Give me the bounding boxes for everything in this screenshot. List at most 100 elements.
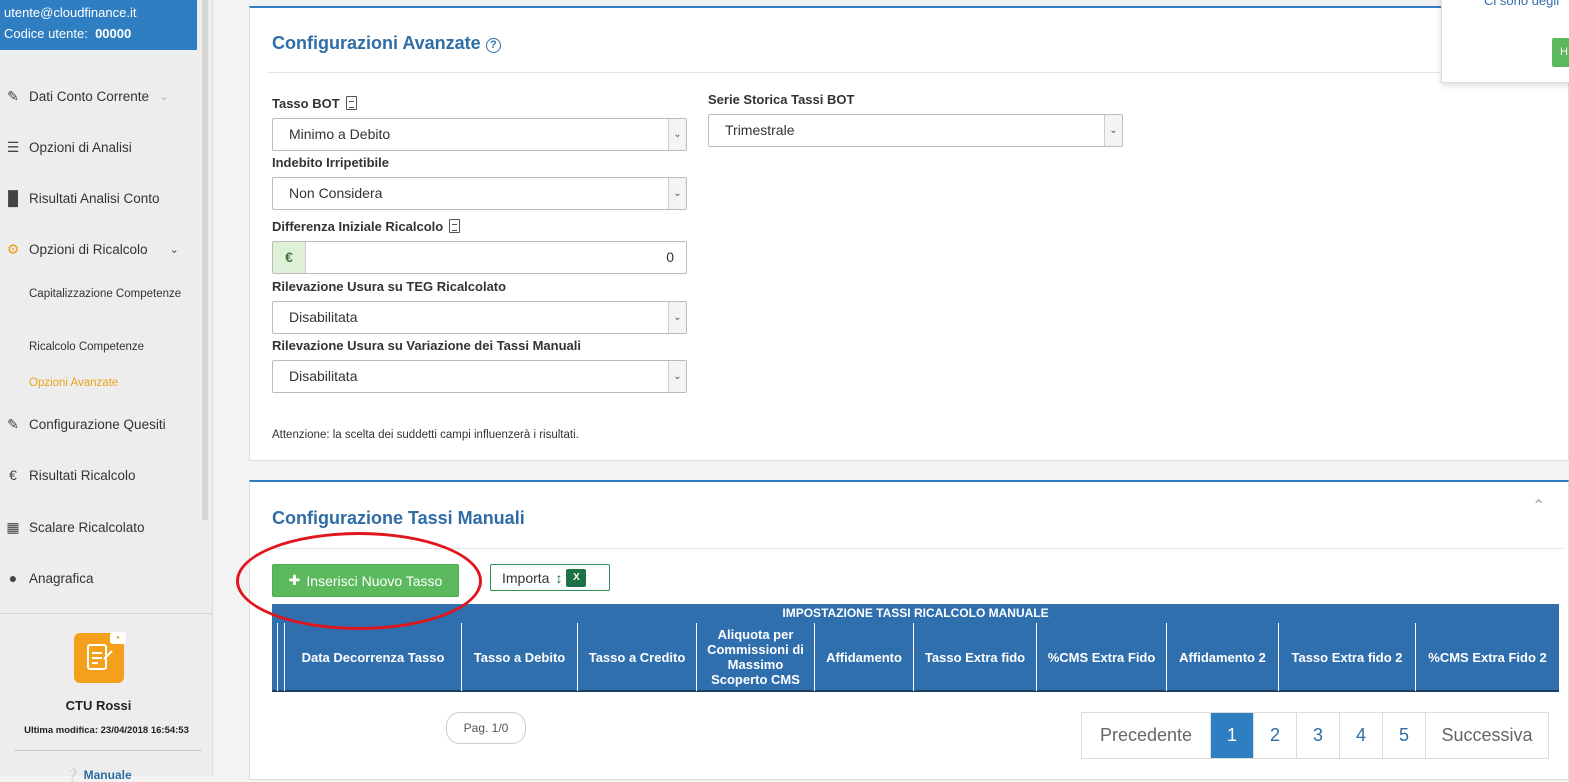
sidebar-item-label: Scalare Ricalcolato [29,519,145,535]
chevron-down-icon: ⌄ [668,361,686,392]
select-value: Disabilitata [289,309,358,325]
tasso-bot-label: Tasso BOT [272,96,357,111]
serie-storica-select[interactable]: Trimestrale ⌄ [708,114,1123,147]
add-rate-button[interactable]: ✚ Inserisci Nuovo Tasso [272,564,459,597]
chevron-down-icon: ⌄ [169,243,179,256]
popup-button[interactable]: H [1552,38,1569,67]
column-header[interactable]: %CMS Extra Fido 2 [1415,623,1559,691]
user-code-row: Codice utente: 00000 [4,23,193,44]
serie-storica-label: Serie Storica Tassi BOT [708,92,855,107]
document-icon[interactable] [345,96,357,110]
button-label: Importa [502,569,550,586]
sidebar-scrollbar[interactable] [202,0,208,520]
column-header[interactable]: Affidamento [814,623,913,691]
sidebar-item-risultati-analisi[interactable]: ▐▌ Risultati Analisi Conto [0,183,200,213]
pagination-page[interactable]: 2 [1254,713,1297,758]
manual-label: Manuale [83,768,132,782]
sidebar-item-dati-conto[interactable]: ✎ Dati Conto Corrente ⌄ [0,81,200,111]
sidebar-item-label: Risultati Ricalcolo [29,467,136,483]
sidebar-item-scalare-ricalcolato[interactable]: ▦ Scalare Ricalcolato [0,512,200,542]
sidebar-footer: ● CTU Rossi Ultima modifica: 23/04/2018 … [0,613,213,782]
pagination-page[interactable]: 1 [1211,713,1254,758]
sidebar-item-opzioni-analisi[interactable]: ☰ Opzioni di Analisi [0,132,200,162]
sidebar-item-opzioni-ricalcolo[interactable]: ⚙ Opzioni di Ricalcolo ⌄ [0,234,200,264]
select-value: Disabilitata [289,368,358,384]
sidebar-item-anagrafica[interactable]: ● Anagrafica [0,563,200,593]
divider [267,72,1569,73]
table-band: IMPOSTAZIONE TASSI RICALCOLO MANUALE [272,604,1559,623]
sidebar-item-label: Configurazione Quesiti [29,416,166,432]
pagination-prev[interactable]: Precedente [1082,713,1211,758]
help-icon[interactable]: ? [485,38,501,53]
indebito-select[interactable]: Non Considera ⌄ [272,177,687,210]
tasso-bot-select[interactable]: Minimo a Debito ⌄ [272,118,687,151]
column-header[interactable]: Aliquota per Commissioni di Massimo Scop… [696,623,814,691]
ctu-name: CTU Rossi [65,698,132,713]
rates-table-header: Data Decorrenza Tasso Tasso a Debito Tas… [272,623,1559,692]
panel-title: Configurazioni Avanzate ? [272,33,501,54]
sidebar-item-risultati-ricalcolo[interactable]: € Risultati Ricalcolo [0,460,200,490]
select-value: Trimestrale [725,122,795,138]
sliders-icon: ☰ [6,138,20,155]
user-email: utente@cloudfinance.it [4,5,137,20]
chevron-down-icon: ⌄ [1104,115,1122,146]
sidebar-subitem-opzioni-avanzate[interactable]: Opzioni Avanzate [29,375,199,392]
sidebar-item-label: Dati Conto Corrente [29,88,150,104]
euro-icon: € [273,242,306,273]
chevron-down-icon: ⌄ [668,119,686,150]
sidebar: utente@cloudfinance.it Codice utente: 00… [0,0,213,782]
column-header[interactable]: Tasso a Debito [461,623,577,691]
gears-icon: ⚙ [6,240,20,257]
pagination-page[interactable]: 5 [1383,713,1426,758]
column-header[interactable]: Affidamento 2 [1166,623,1278,691]
user-code: 00000 [95,26,132,41]
sidebar-item-configurazione-quesiti[interactable]: ✎ Configurazione Quesiti [0,409,200,439]
panel-title: Configurazione Tassi Manuali [272,508,525,528]
collapse-icon[interactable]: ⌃ [1532,496,1545,516]
indebito-label: Indebito Irripetibile [272,155,390,170]
manual-link[interactable]: ❔ Manuale [0,768,197,782]
notification-popup: Ci sono degli H [1441,0,1569,83]
pagination-page[interactable]: 4 [1340,713,1383,758]
sidebar-item-label: Opzioni di Analisi [29,139,132,155]
edit-icon: ✎ [7,415,19,432]
column-header[interactable]: %CMS Extra Fido [1036,623,1166,691]
chevron-down-icon: ⌄ [668,302,686,333]
column-header[interactable]: Tasso a Credito [577,623,696,691]
label-text: Tasso BOT [272,96,340,111]
select-value: Non Considera [289,185,383,201]
sidebar-item-label: Opzioni di Ricalcolo [29,241,148,257]
table-icon: ▦ [6,518,20,535]
usura-teg-label: Rilevazione Usura su TEG Ricalcolato [272,279,507,294]
last-modified: Ultima modifica: 23/04/2018 16:54:53 [24,725,189,736]
user-code-label: Codice utente: [4,26,88,41]
edit-icon: ✎ [7,87,19,104]
pagination-next[interactable]: Successiva [1426,713,1548,758]
sidebar-subitem-capitalizzazione[interactable]: Capitalizzazione Competenze [29,286,199,303]
divider [14,750,202,751]
usura-teg-select[interactable]: Disabilitata ⌄ [272,301,687,334]
document-icon[interactable] [449,219,461,233]
sort-arrows-icon: ↕ [555,569,563,586]
import-button[interactable]: Importa ↕ X [490,564,610,591]
pagination-page[interactable]: 3 [1297,713,1340,758]
differenza-input[interactable]: € 0 [272,241,687,274]
column-header[interactable]: Data Decorrenza Tasso [284,623,461,691]
usura-tassi-label: Rilevazione Usura su Variazione dei Tass… [272,338,581,353]
column-header[interactable]: Tasso Extra fido [913,623,1036,691]
panel-title-text: Configurazioni Avanzate [272,33,481,53]
sidebar-item-label: Anagrafica [29,570,94,586]
excel-icon: X [566,568,587,587]
plus-icon: ✚ [288,572,301,588]
bar-chart-icon: ▐▌ [3,190,23,206]
logo-badge: ● [110,632,126,644]
column-header[interactable]: Tasso Extra fido 2 [1278,623,1415,691]
popup-text: Ci sono degli [1484,0,1560,8]
select-value: Minimo a Debito [289,126,391,142]
input-value: 0 [666,249,674,265]
calculator-logo-icon [87,644,113,670]
sidebar-subitem-ricalcolo-competenze[interactable]: Ricalcolo Competenze [29,339,199,356]
usura-tassi-select[interactable]: Disabilitata ⌄ [272,360,687,393]
chevron-down-icon: ⌄ [159,90,169,103]
warning-note: Attenzione: la scelta dei suddetti campi… [272,429,579,441]
